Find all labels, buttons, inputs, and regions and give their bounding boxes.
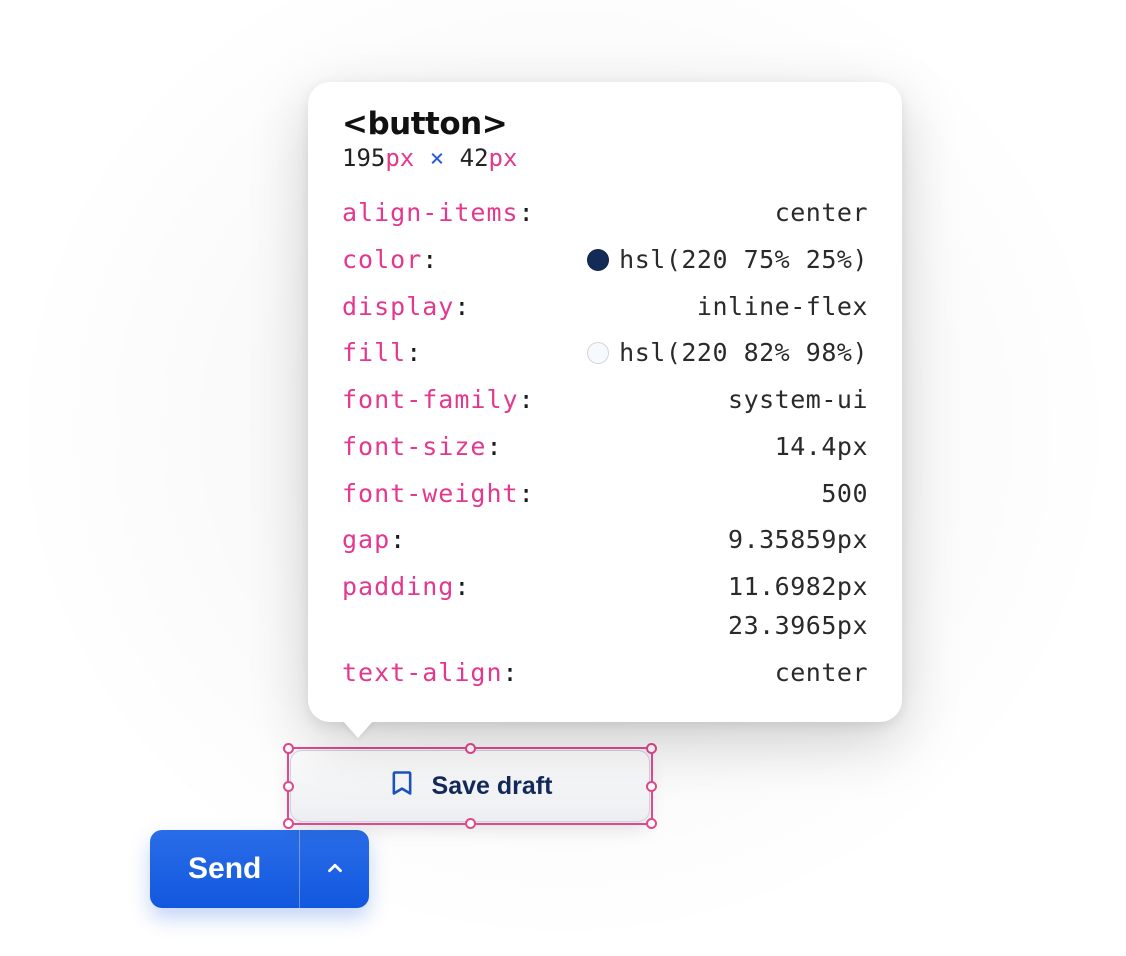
css-property-value-text: hsl(220 82% 98%) <box>619 338 868 367</box>
css-property-value-text: 11.6982px 23.3965px <box>728 572 868 640</box>
css-property-row: font-weight 500 <box>342 475 868 514</box>
color-swatch <box>587 249 609 271</box>
save-draft-label: Save draft <box>432 772 553 801</box>
css-property-name: font-size <box>342 428 503 467</box>
send-button[interactable]: Send <box>150 830 299 908</box>
element-inspector-tooltip: <button> 195px × 42px align-itemscenterc… <box>308 82 902 722</box>
css-property-value-text: system-ui <box>728 385 868 414</box>
css-property-row: gap 9.35859px <box>342 521 868 560</box>
css-properties-list: align-items center color hsl(220 75% 25%) di… <box>342 194 868 692</box>
color-swatch <box>587 342 609 364</box>
css-property-row: padding 11.6982px 23.3965px <box>342 568 868 646</box>
inspected-tag-name: <button> <box>342 106 868 142</box>
css-property-name: color <box>342 241 438 280</box>
tooltip-pointer <box>342 720 374 738</box>
height-unit: px <box>489 144 518 172</box>
inspector-header: <button> 195px × 42px <box>342 106 868 172</box>
css-property-value-text: hsl(220 75% 25%) <box>619 245 868 274</box>
css-property-value-text: inline-flex <box>697 292 868 321</box>
css-property-value: center <box>775 194 868 233</box>
send-label: Send <box>188 852 261 886</box>
css-property-row: align-items center <box>342 194 868 233</box>
css-property-name: align-items <box>342 194 535 233</box>
width-unit: px <box>385 144 414 172</box>
css-property-row: text-align center <box>342 654 868 693</box>
css-property-value: system-ui <box>728 381 868 420</box>
css-property-value-text: 9.35859px <box>728 525 868 554</box>
css-property-value: inline-flex <box>697 288 868 327</box>
dimension-separator: × <box>429 144 445 172</box>
css-property-name: text-align <box>342 654 519 693</box>
css-property-name: font-family <box>342 381 535 420</box>
css-property-name: padding <box>342 568 470 607</box>
css-property-name: fill <box>342 334 422 373</box>
css-property-value: hsl(220 75% 25%) <box>587 241 868 280</box>
css-property-value-text: center <box>775 198 868 227</box>
send-button-group: Send <box>150 830 369 908</box>
save-draft-button[interactable]: Save draft <box>290 750 650 822</box>
send-split-button[interactable] <box>299 830 369 908</box>
width-value: 195 <box>342 144 385 172</box>
css-property-row: color hsl(220 75% 25%) <box>342 241 868 280</box>
chevron-up-icon <box>324 857 346 882</box>
css-property-value-text: 14.4px <box>775 432 868 461</box>
css-property-value: 11.6982px 23.3965px <box>728 568 868 646</box>
css-property-name: display <box>342 288 470 327</box>
save-draft-button-wrap: Save draft <box>290 750 650 822</box>
css-property-value: 14.4px <box>775 428 868 467</box>
css-property-row: font-family system-ui <box>342 381 868 420</box>
css-property-name: font-weight <box>342 475 535 514</box>
inspected-dimensions: 195px × 42px <box>342 144 868 172</box>
bookmark-icon <box>388 769 416 804</box>
css-property-row: fill hsl(220 82% 98%) <box>342 334 868 373</box>
css-property-value-text: center <box>775 658 868 687</box>
css-property-value: 9.35859px <box>728 521 868 560</box>
css-property-value-text: 500 <box>821 479 868 508</box>
css-property-value: hsl(220 82% 98%) <box>587 334 868 373</box>
css-property-value: center <box>775 654 868 693</box>
css-property-value: 500 <box>821 475 868 514</box>
height-value: 42 <box>460 144 489 172</box>
css-property-row: font-size 14.4px <box>342 428 868 467</box>
css-property-name: gap <box>342 521 406 560</box>
css-property-row: display inline-flex <box>342 288 868 327</box>
